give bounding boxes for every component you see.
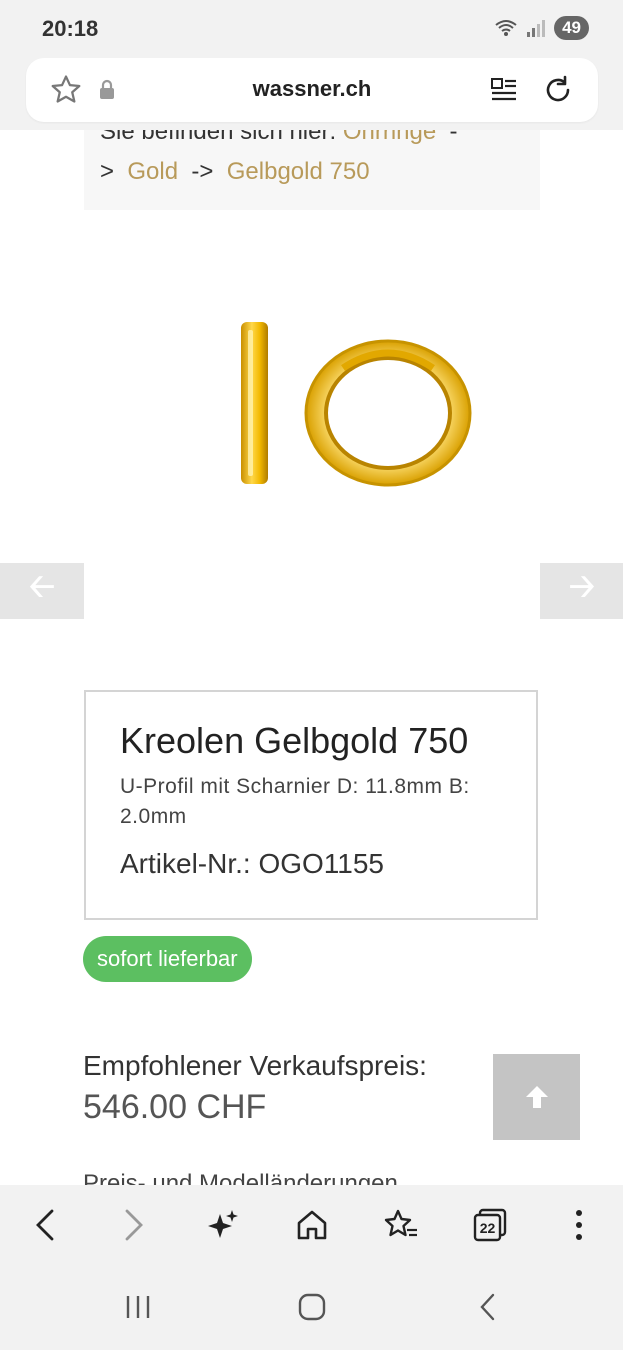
article-number: Artikel-Nr.: OGO1155 (120, 848, 385, 879)
wifi-icon (495, 20, 517, 36)
back-icon[interactable] (15, 1195, 75, 1255)
arrow-up-icon (525, 1086, 548, 1108)
battery-indicator: 49 (554, 16, 589, 40)
sparkle-icon[interactable] (193, 1195, 253, 1255)
price-value: 546.00 CHF (83, 1088, 267, 1126)
product-info-box: Kreolen Gelbgold 750 U-Profil mit Scharn… (84, 690, 538, 920)
breadcrumb-separator (178, 158, 191, 185)
breadcrumb-prefix: Sie befinden sich hier: (100, 130, 343, 145)
availability-badge: sofort lieferbar (83, 936, 252, 982)
breadcrumb-link-gold[interactable]: Gold (127, 158, 178, 185)
next-image-button[interactable]: 🡢 (540, 563, 623, 619)
browser-toolbar: 22 (0, 1185, 623, 1265)
home-button-icon[interactable] (282, 1287, 342, 1327)
recent-apps-icon[interactable] (108, 1287, 168, 1327)
prev-image-button[interactable]: 🡠 (0, 563, 84, 619)
reload-icon[interactable] (538, 70, 578, 110)
breadcrumb-line-1: Sie befinden sich hier: Ohrringe - (100, 130, 458, 146)
status-icons: 49 (494, 16, 589, 40)
signal-icon (527, 20, 546, 37)
breadcrumb-separator: - (436, 130, 458, 145)
address-bar-area: wassner.ch (0, 58, 623, 130)
breadcrumb-separator: > (100, 158, 128, 185)
more-icon[interactable] (549, 1195, 609, 1255)
breadcrumb-separator: -> (191, 158, 214, 185)
bookmarks-icon[interactable] (371, 1195, 431, 1255)
arrow-right-icon: 🡢 (569, 568, 595, 604)
forward-icon[interactable] (104, 1195, 164, 1255)
status-time: 20:18 (42, 16, 99, 41)
system-navigation-bar (0, 1265, 623, 1350)
status-bar: 20:18 49 (0, 0, 623, 58)
home-icon[interactable] (282, 1195, 342, 1255)
product-title: Kreolen Gelbgold 750 (120, 720, 469, 761)
product-image[interactable] (200, 300, 500, 500)
breadcrumb-line-2: > Gold -> Gelbgold 750 (100, 158, 370, 186)
system-back-icon[interactable] (458, 1287, 518, 1327)
address-bar[interactable]: wassner.ch (26, 58, 598, 122)
breadcrumb-link-ohrringe[interactable]: Ohrringe (343, 130, 436, 145)
product-subtitle: U-Profil mit Scharnier D: 11.8mm B: 2.0m… (120, 775, 470, 828)
breadcrumb: Sie befinden sich hier: Ohrringe - > Gol… (84, 130, 540, 210)
tabs-icon[interactable]: 22 (460, 1195, 520, 1255)
tabs-count: 22 (479, 1220, 495, 1236)
price-label: Empfohlener Verkaufspreis: (83, 1050, 427, 1081)
arrow-left-icon: 🡠 (29, 568, 55, 604)
breadcrumb-link-gelbgold[interactable]: Gelbgold 750 (227, 158, 370, 185)
reader-mode-icon[interactable] (486, 72, 522, 108)
scroll-to-top-button[interactable] (493, 1054, 580, 1140)
